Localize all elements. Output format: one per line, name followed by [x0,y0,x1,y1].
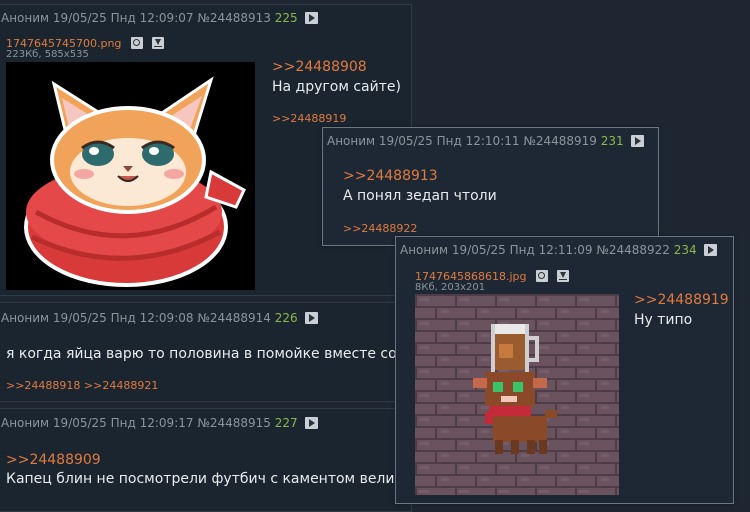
post-number[interactable]: №24488922 [596,243,670,257]
popup-post-24488922: Аноним 19/05/25 Пнд 12:11:09 №24488922 2… [395,236,734,504]
post-text: Ну типо [634,312,693,328]
file-meta: 223Кб, 585x535 [6,49,89,60]
post-header: Аноним 19/05/25 Пнд 12:09:07 №24488913 2… [1,11,319,25]
post-number[interactable]: №24488915 [197,416,271,430]
post-24488914: Аноним 19/05/25 Пнд 12:09:08 №24488914 2… [0,302,426,402]
post-number[interactable]: №24488913 [197,11,271,25]
post-date: 19/05/25 Пнд 12:10:11 [378,134,520,148]
post-header: Аноним 19/05/25 Пнд 12:10:11 №24488919 2… [327,134,645,148]
reply-arrow-icon[interactable] [305,417,319,429]
post-header: Аноним 19/05/25 Пнд 12:09:08 №24488914 2… [1,311,319,325]
post-number[interactable]: №24488914 [197,311,271,325]
reply-link[interactable]: >>24488913 [343,168,438,184]
poster-name: Аноним [1,311,50,325]
post-number[interactable]: №24488919 [523,134,597,148]
reply-arrow-icon[interactable] [305,12,319,24]
post-text: На другом сайте) [272,79,401,95]
popup-post-24488919: Аноним 19/05/25 Пнд 12:10:11 №24488919 2… [322,127,659,246]
post-counter: 226 [274,311,298,325]
post-date: 19/05/25 Пнд 12:09:08 [52,311,194,325]
poster-name: Аноним [327,134,376,148]
reply-link[interactable]: >>24488919 [634,292,729,308]
reply-arrow-icon[interactable] [704,244,718,256]
post-date: 19/05/25 Пнд 12:11:09 [451,243,593,257]
post-counter: 231 [600,134,624,148]
backlinks: >>24488918 >>24488921 [6,379,158,392]
backlinks: >>24488922 [343,222,417,235]
post-text: я когда яйца варю то половина в помойке … [6,346,426,362]
post-date: 19/05/25 Пнд 12:09:17 [52,416,194,430]
backlink[interactable]: >>24488919 [272,112,346,125]
post-date: 19/05/25 Пнд 12:09:07 [52,11,194,25]
backlink[interactable]: >>24488922 [343,222,417,235]
backlink[interactable]: >>24488921 [84,379,158,392]
post-text: Капец блин не посмотрели футбич с камент… [6,471,421,487]
magnifier-icon[interactable] [535,270,548,282]
pixel-character-image [415,294,619,495]
post-counter: 234 [673,243,697,257]
reply-link[interactable]: >>24488908 [272,59,367,75]
file-meta: 8Кб, 203x201 [415,282,486,293]
cat-in-scarf-image [24,76,246,287]
download-icon[interactable] [151,37,164,49]
post-24488915: Аноним 19/05/25 Пнд 12:09:17 №24488915 2… [0,408,420,512]
post-counter: 227 [274,416,298,430]
magnifier-icon[interactable] [130,37,143,49]
download-icon[interactable] [556,270,569,282]
reply-arrow-icon[interactable] [305,312,319,324]
post-image-pixel-beer[interactable] [415,294,619,495]
post-image-cat[interactable] [6,62,255,290]
backlink[interactable]: >>24488918 [6,379,80,392]
poster-name: Аноним [400,243,449,257]
post-text: А понял зедап чтоли [343,188,497,204]
reply-link[interactable]: >>24488909 [6,452,101,468]
backlinks: >>24488919 [272,112,346,125]
post-header: Аноним 19/05/25 Пнд 12:09:17 №24488915 2… [1,416,319,430]
poster-name: Аноним [1,416,50,430]
post-header: Аноним 19/05/25 Пнд 12:11:09 №24488922 2… [400,243,718,257]
reply-arrow-icon[interactable] [631,135,645,147]
poster-name: Аноним [1,11,50,25]
post-counter: 225 [274,11,298,25]
